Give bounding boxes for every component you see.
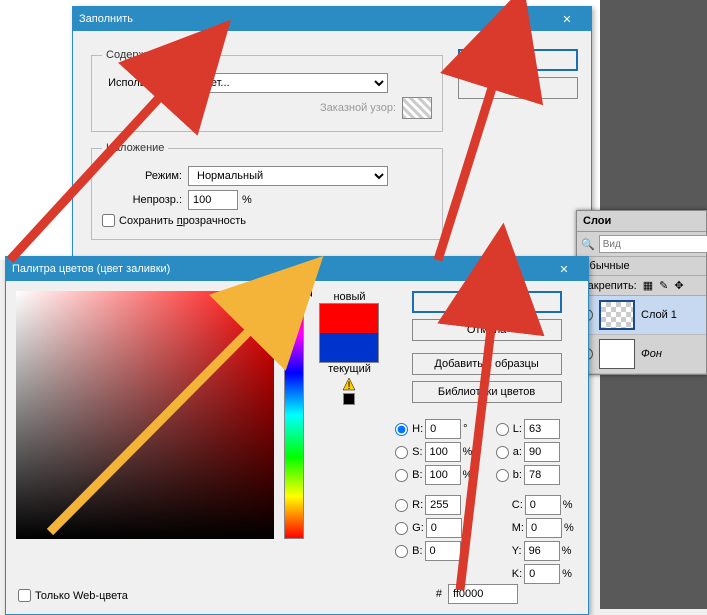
fill-cancel-button[interactable]: Отмена	[458, 77, 578, 99]
layers-panel: Слои 🔍 ≡ Обычные Закрепить: ▦ ✎ ✥ Слой 1…	[576, 210, 707, 375]
contents-legend: Содержимое	[102, 49, 176, 61]
only-web-label: Только Web-цвета	[35, 590, 128, 602]
use-label: Использовать:	[102, 77, 182, 89]
color-field[interactable]	[16, 291, 274, 539]
close-icon[interactable]: ✕	[549, 13, 585, 26]
custom-pattern-label: Заказной узор:	[320, 102, 396, 114]
k-input[interactable]	[524, 564, 560, 584]
fill-ok-button[interactable]: OK	[458, 49, 578, 71]
y-input[interactable]	[524, 541, 560, 561]
fill-title: Заполнить	[79, 13, 133, 25]
hex-input[interactable]	[448, 584, 518, 604]
b2-input[interactable]	[425, 541, 461, 561]
l-input[interactable]	[524, 419, 560, 439]
layers-search[interactable]	[599, 235, 707, 253]
picker-title: Палитра цветов (цвет заливки)	[12, 263, 170, 275]
current-color-swatch[interactable]	[320, 333, 378, 362]
blend-legend: Наложение	[102, 142, 168, 154]
h-input[interactable]	[425, 419, 461, 439]
preserve-trans-label: Сохранить прозрачность	[119, 215, 246, 227]
layer-name[interactable]: Фон	[641, 348, 662, 360]
m-input[interactable]	[526, 518, 562, 538]
b-radio[interactable]	[395, 469, 408, 482]
add-swatches-button[interactable]: Добавить в образцы	[412, 353, 562, 375]
color-preview	[319, 303, 379, 363]
preserve-trans-checkbox[interactable]	[102, 214, 115, 227]
current-label: текущий	[328, 363, 371, 375]
hue-slider[interactable]	[284, 291, 304, 539]
a-radio[interactable]	[496, 446, 509, 459]
opacity-input[interactable]	[188, 190, 238, 210]
lock-pixels-icon[interactable]: ▦	[643, 279, 653, 292]
color-libs-button[interactable]: Библиотеки цветов	[412, 381, 562, 403]
layers-tab[interactable]: Слои	[577, 211, 706, 232]
opacity-label: Непрозр.:	[102, 194, 182, 206]
fill-dialog: Заполнить ✕ Содержимое Использовать: Цве…	[72, 6, 592, 259]
mode-select[interactable]: Нормальный	[188, 166, 388, 186]
layer-thumb[interactable]	[599, 339, 635, 369]
opacity-unit: %	[242, 194, 252, 206]
a-input[interactable]	[524, 442, 560, 462]
picker-ok-button[interactable]: OK	[412, 291, 562, 313]
mode-label: Режим:	[102, 170, 182, 182]
r-input[interactable]	[425, 495, 461, 515]
blend-mode-label[interactable]: Обычные	[577, 257, 706, 276]
layer-name[interactable]: Слой 1	[641, 309, 677, 321]
svg-text:!: !	[348, 380, 351, 391]
layer-row-bg[interactable]: Фон	[577, 335, 706, 374]
layer-row-1[interactable]: Слой 1	[577, 296, 706, 335]
layer-thumb[interactable]	[599, 300, 635, 330]
b-input[interactable]	[425, 465, 461, 485]
close-icon[interactable]: ✕	[546, 263, 582, 276]
only-web-checkbox[interactable]	[18, 589, 31, 602]
picker-titlebar[interactable]: Палитра цветов (цвет заливки) ✕	[6, 257, 588, 281]
lock-paint-icon[interactable]: ✎	[659, 279, 668, 292]
h-radio[interactable]	[395, 423, 408, 436]
c-input[interactable]	[525, 495, 561, 515]
picker-cancel-button[interactable]: Отмена	[412, 319, 562, 341]
lock-move-icon[interactable]: ✥	[674, 279, 683, 292]
new-label: новый	[333, 291, 365, 303]
b2-radio[interactable]	[395, 545, 408, 558]
g-input[interactable]	[426, 518, 462, 538]
search-icon: 🔍	[581, 238, 595, 251]
g-radio[interactable]	[395, 522, 408, 535]
r-radio[interactable]	[395, 499, 408, 512]
fill-titlebar[interactable]: Заполнить ✕	[73, 7, 591, 31]
hex-prefix: #	[436, 588, 442, 600]
pattern-swatch[interactable]	[402, 97, 432, 119]
blend-fieldset: Наложение Режим: Нормальный Непрозр.: % …	[91, 142, 443, 240]
lb-input[interactable]	[524, 465, 560, 485]
contents-fieldset: Содержимое Использовать: Цвет... Заказно…	[91, 49, 443, 132]
s-radio[interactable]	[395, 446, 408, 459]
color-picker-dialog: Палитра цветов (цвет заливки) ✕ новый те…	[5, 256, 589, 615]
lock-label: Закрепить:	[581, 280, 637, 292]
lb-radio[interactable]	[496, 469, 509, 482]
s-input[interactable]	[425, 442, 461, 462]
l-radio[interactable]	[496, 423, 509, 436]
new-color-swatch[interactable]	[320, 304, 378, 333]
gamut-warning-icon[interactable]: !	[342, 377, 356, 391]
use-select[interactable]: Цвет...	[188, 73, 388, 93]
web-safe-warning-icon[interactable]	[343, 393, 355, 405]
